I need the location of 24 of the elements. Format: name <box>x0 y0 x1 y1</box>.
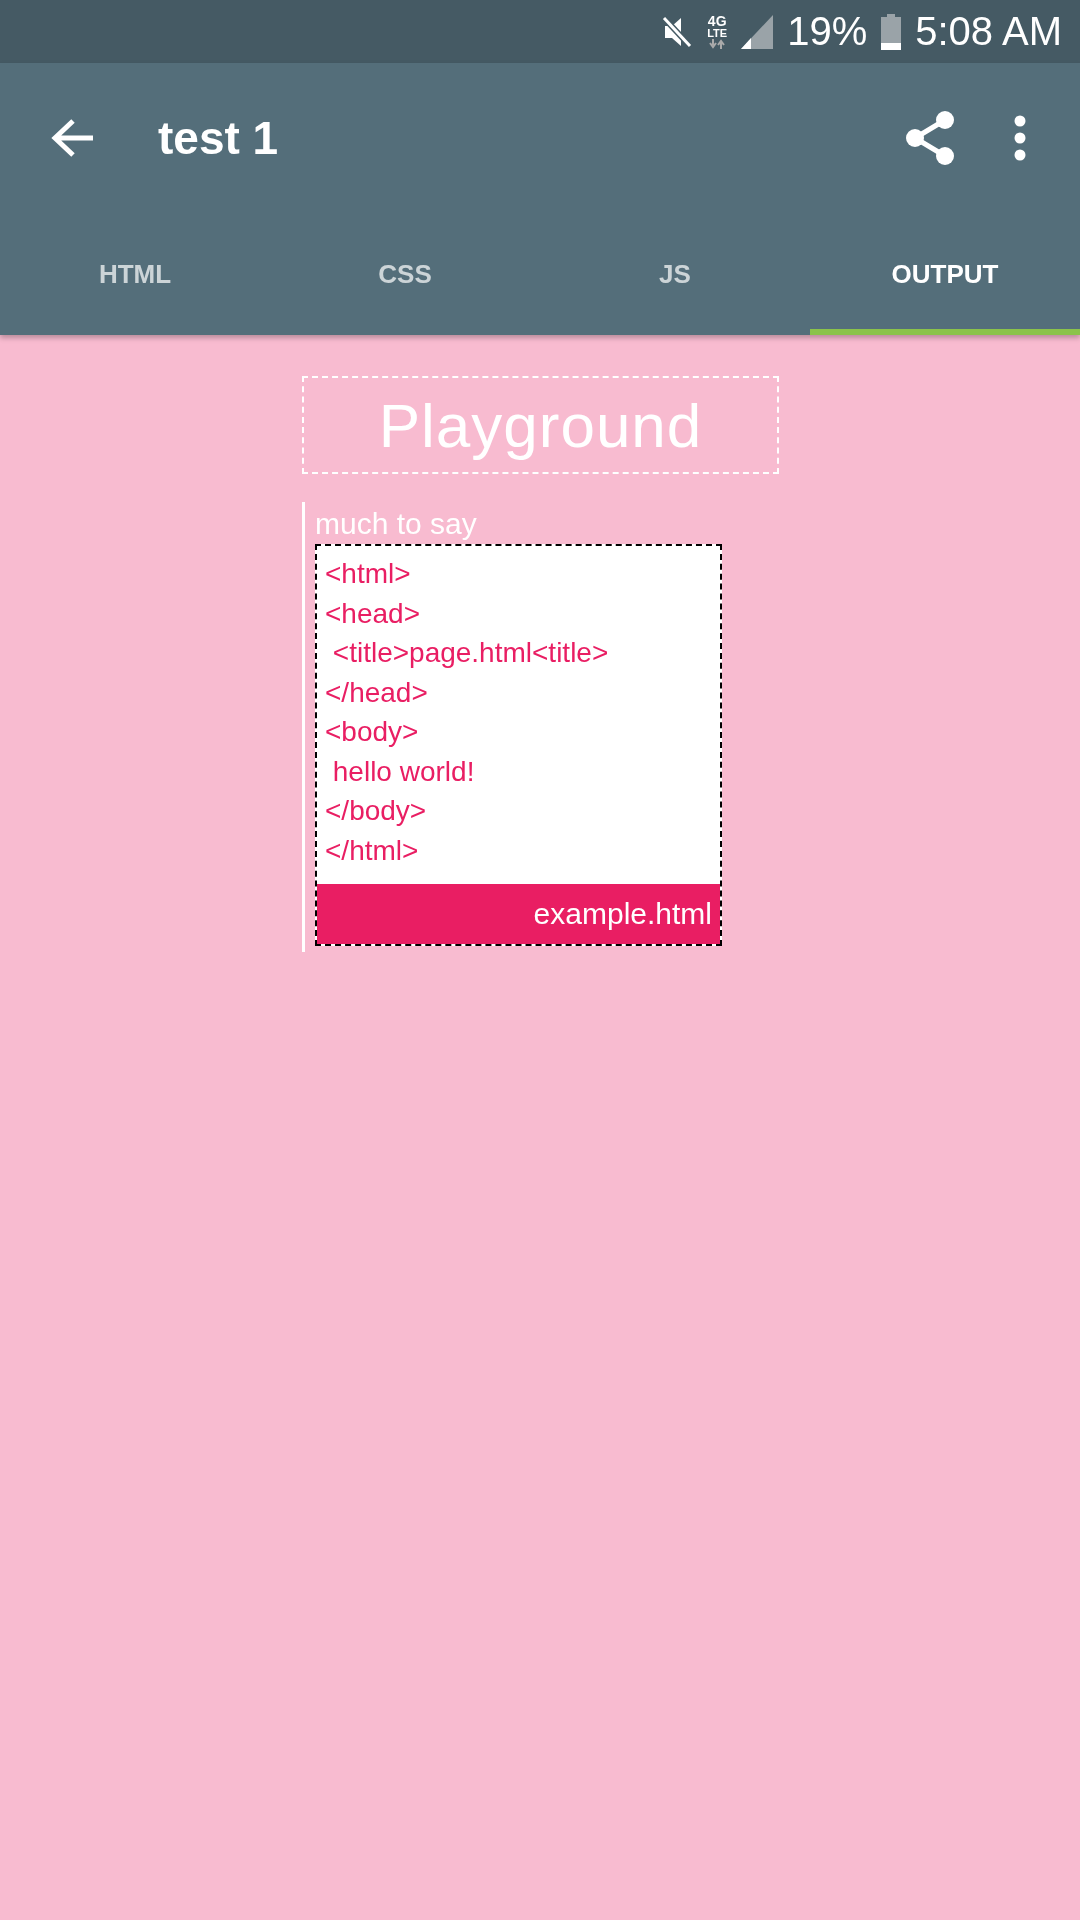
code-line: <body> <box>325 715 420 749</box>
mute-icon <box>661 14 694 49</box>
code-line: <title>page.html<title> <box>331 636 610 670</box>
caption-text: much to say <box>315 506 477 542</box>
clock-time: 5:08 AM <box>915 9 1062 54</box>
tab[interactable]: CSS <box>270 213 540 335</box>
tab[interactable]: JS <box>540 213 810 335</box>
more-options-icon <box>1014 115 1026 161</box>
signal-icon <box>741 14 774 49</box>
back-icon <box>51 118 95 158</box>
share-icon <box>905 111 955 165</box>
code-line: </head> <box>325 675 429 710</box>
code-line: hello world! <box>331 754 476 789</box>
file-name: example.html <box>533 897 712 931</box>
code-line: <head> <box>325 596 421 631</box>
code-line: </body> <box>325 794 428 828</box>
tab[interactable]: HTML <box>0 213 270 335</box>
code-line: </html> <box>325 833 420 868</box>
tab[interactable]: OUTPUT <box>810 213 1080 335</box>
code-line: <html> <box>325 557 412 591</box>
playground-heading: Playground <box>378 389 703 461</box>
screen-title: test 1 <box>158 111 280 165</box>
battery-icon <box>881 13 902 50</box>
battery-percent: 19% <box>787 9 868 54</box>
